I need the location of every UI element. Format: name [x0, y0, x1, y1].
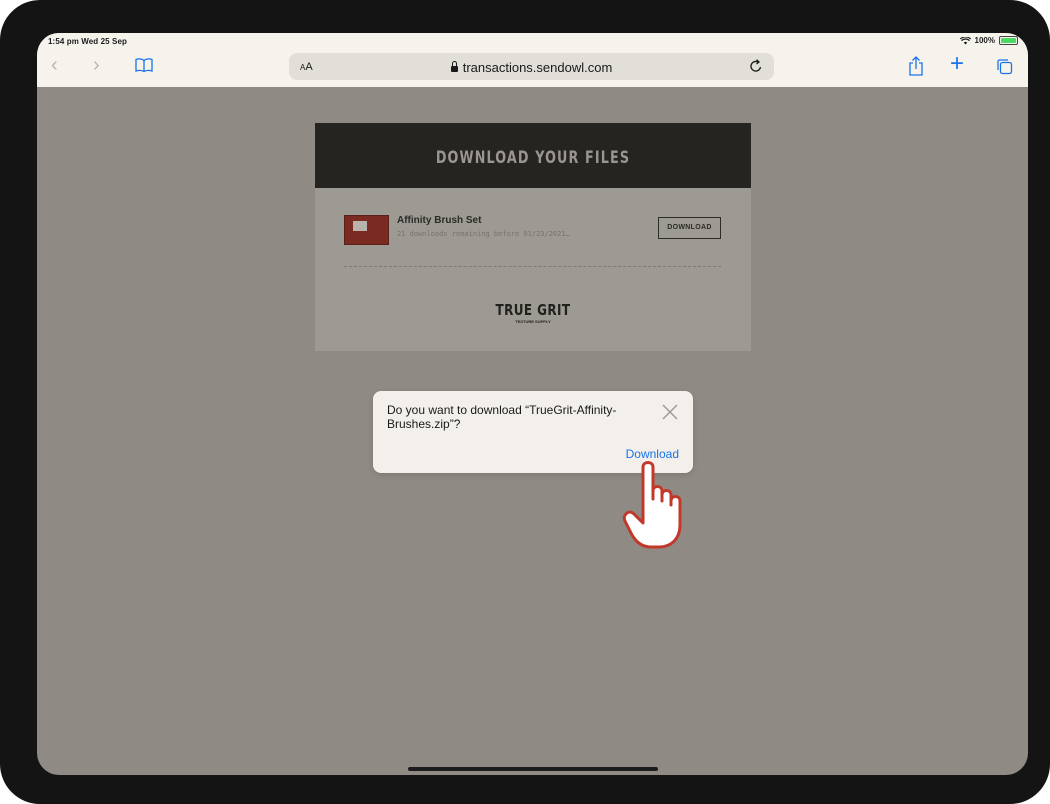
close-icon[interactable]: [661, 403, 679, 421]
status-time: 1:54 pm Wed 25 Sep: [48, 37, 128, 46]
battery-icon: [999, 36, 1018, 45]
true-grit-logo-subtext: TEXTURE SUPPLY: [515, 319, 551, 324]
address-bar[interactable]: AA transactions.sendowl.com: [289, 53, 774, 80]
download-page-card: DOWNLOAD YOUR FILES Affinity Brush Set 2…: [315, 123, 751, 351]
divider: [344, 266, 721, 267]
status-bar: 1:54 pm Wed 25 Sep 100%: [37, 33, 1028, 49]
download-file-button[interactable]: DOWNLOAD: [658, 217, 721, 239]
product-thumbnail: [344, 215, 389, 245]
forward-icon[interactable]: ›: [93, 55, 100, 75]
status-right: 100%: [959, 36, 1018, 45]
dialog-message: Do you want to download “TrueGrit-Affini…: [387, 403, 617, 431]
bookmarks-icon[interactable]: [135, 58, 153, 72]
page-title: DOWNLOAD YOUR FILES: [435, 148, 631, 168]
battery-percent: 100%: [974, 36, 995, 45]
new-tab-icon[interactable]: +: [950, 52, 964, 76]
reload-icon[interactable]: [748, 58, 764, 74]
card-header: DOWNLOAD YOUR FILES: [315, 123, 751, 188]
screen: 1:54 pm Wed 25 Sep 100% ‹ › AA transacti…: [37, 33, 1028, 775]
back-icon[interactable]: ‹: [51, 55, 58, 75]
product-subtitle: 21 downloads remaining before 01/23/2021…: [397, 230, 570, 238]
ipad-device: 1:54 pm Wed 25 Sep 100% ‹ › AA transacti…: [0, 0, 1050, 804]
home-indicator: [408, 767, 658, 771]
lock-icon: [450, 61, 458, 72]
url-text: transactions.sendowl.com: [462, 60, 613, 75]
true-grit-logo: TRUE GRIT: [495, 301, 571, 319]
wifi-icon: [959, 36, 971, 44]
pointing-hand-icon: [622, 461, 682, 549]
product-name: Affinity Brush Set: [397, 215, 482, 226]
url-display: transactions.sendowl.com: [289, 60, 774, 75]
safari-toolbar: 1:54 pm Wed 25 Sep 100% ‹ › AA transacti…: [37, 33, 1028, 87]
tabs-icon[interactable]: [996, 58, 1013, 75]
share-icon[interactable]: [908, 56, 924, 76]
